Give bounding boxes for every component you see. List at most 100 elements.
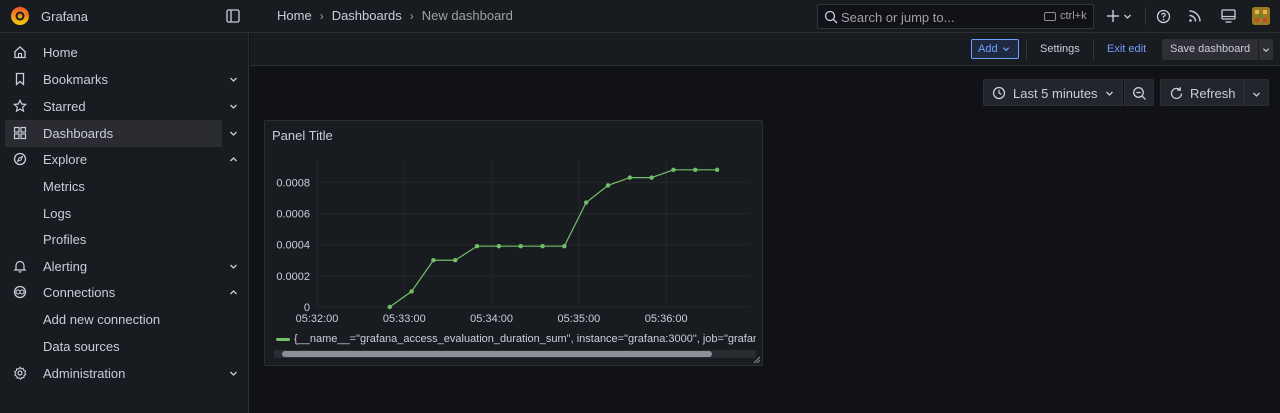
sidebar-item-label: Bookmarks	[43, 72, 109, 87]
x-tick-label: 05:32:00	[296, 313, 339, 325]
bell-icon	[13, 260, 27, 273]
chevron-right-icon: ›	[319, 8, 324, 23]
help-icon[interactable]	[1156, 9, 1171, 24]
x-tick-label: 05:34:00	[470, 313, 513, 325]
search-icon	[824, 10, 838, 24]
time-range-picker[interactable]: Last 5 minutes	[983, 79, 1123, 106]
exit-edit-button[interactable]: Exit edit	[1107, 43, 1146, 55]
chevron-down-icon[interactable]	[229, 75, 238, 84]
refresh-interval-picker[interactable]	[1244, 79, 1269, 106]
sidebar-subitem-metrics[interactable]: Metrics	[43, 179, 85, 194]
data-point	[474, 243, 480, 249]
plus-icon	[1107, 10, 1119, 22]
chevron-down-icon[interactable]	[229, 262, 238, 271]
search-input[interactable]: Search or jump to... ctrl+k	[817, 4, 1094, 29]
search-shortcut: ctrl+k	[1060, 10, 1087, 22]
sidebar-item-administration[interactable]: Administration	[0, 360, 249, 387]
chevron-right-icon: ›	[409, 8, 414, 23]
chevron-down-icon	[1106, 91, 1113, 96]
data-point	[518, 243, 523, 249]
sidebar-subitem-logs[interactable]: Logs	[43, 206, 71, 221]
breadcrumb-dashboards[interactable]: Dashboards	[332, 8, 402, 23]
data-point	[693, 167, 698, 172]
refresh-label: Refresh	[1190, 86, 1236, 101]
divider	[1026, 39, 1027, 60]
time-range-label: Last 5 minutes	[1013, 86, 1098, 101]
data-point	[540, 243, 545, 249]
settings-button[interactable]: Settings	[1040, 43, 1080, 55]
data-point	[627, 175, 633, 180]
star-icon	[13, 99, 27, 113]
time-series-panel[interactable]: Panel Title 0 0.0002 0.0004 0.0006 0.0008 05:…	[264, 120, 763, 366]
add-button-label: Add	[978, 43, 998, 55]
zoom-out-button[interactable]	[1124, 79, 1154, 106]
data-point	[387, 304, 392, 310]
divider	[1145, 7, 1146, 25]
line-chart: 00.00020.00040.00060.000805:32:00 05:33:0…	[276, 160, 749, 325]
breadcrumb-home[interactable]: Home	[277, 8, 312, 23]
dock-menu-icon[interactable]	[226, 9, 240, 23]
avatar-image-icon	[1252, 7, 1270, 25]
grafana-logo-icon[interactable]	[9, 5, 31, 27]
scrollbar-thumb[interactable]	[282, 351, 712, 357]
top-bar: Grafana Home › Dashboards › New dashboar…	[0, 0, 1280, 33]
new-menu-button[interactable]	[1106, 7, 1134, 25]
legend-scrollbar[interactable]	[274, 350, 756, 358]
dashboards-icon	[13, 126, 27, 140]
search-placeholder: Search or jump to...	[841, 10, 955, 25]
sidebar-item-dashboards[interactable]: Dashboards	[5, 120, 222, 147]
sidebar-item-alerting[interactable]: Alerting	[0, 253, 249, 280]
chevron-down-icon[interactable]	[229, 129, 238, 138]
sidebar-item-label: Dashboards	[43, 126, 114, 141]
sidebar-item-explore[interactable]: Explore	[0, 146, 249, 173]
chevron-down-icon[interactable]	[229, 369, 238, 378]
data-point	[605, 183, 611, 188]
data-point	[671, 167, 676, 172]
dashboard-toolbar: Add Settings Exit edit Save dashboard	[250, 33, 1280, 66]
divider	[1093, 39, 1094, 60]
chart-legend: {__name__="grafana_access_evaluation_dur…	[274, 332, 756, 346]
avatar[interactable]	[1252, 7, 1270, 25]
sidebar-item-label: Home	[43, 45, 78, 60]
data-point	[714, 167, 720, 172]
chevron-up-icon[interactable]	[229, 288, 238, 297]
breadcrumb: Home › Dashboards › New dashboard	[277, 8, 513, 23]
clock-icon	[992, 86, 1006, 100]
legend-item[interactable]: {__name__="grafana_access_evaluation_dur…	[294, 333, 756, 345]
home-icon	[14, 46, 26, 59]
save-dashboard-button[interactable]: Save dashboard	[1162, 39, 1258, 60]
save-options-button[interactable]	[1259, 39, 1273, 60]
sidebar: Home Bookmarks Starred Dashboards Explor…	[0, 33, 249, 413]
sidebar-subitem-profiles[interactable]: Profiles	[43, 232, 86, 247]
x-tick-label: 05:33:00	[383, 313, 426, 325]
refresh-button[interactable]: Refresh	[1160, 79, 1244, 106]
sidebar-item-label: Explore	[43, 152, 88, 167]
resize-handle-icon[interactable]	[753, 356, 761, 364]
monitor-icon[interactable]	[1221, 9, 1236, 23]
sidebar-item-starred[interactable]: Starred	[0, 93, 249, 120]
y-tick-label: 0.0008	[276, 177, 310, 189]
sidebar-item-bookmarks[interactable]: Bookmarks	[0, 66, 249, 93]
gear-icon	[13, 366, 27, 380]
data-point	[496, 243, 502, 249]
connections-icon	[13, 285, 27, 299]
chevron-down-icon[interactable]	[229, 102, 238, 111]
rss-icon[interactable]	[1188, 9, 1202, 23]
x-tick-label: 05:35:00	[557, 313, 600, 325]
sidebar-subitem-add-new-connection[interactable]: Add new connection	[43, 312, 160, 327]
data-point	[453, 258, 458, 263]
sidebar-subitem-data-sources[interactable]: Data sources	[43, 339, 120, 354]
sidebar-item-label: Administration	[43, 366, 126, 381]
chevron-down-icon	[1262, 48, 1270, 53]
refresh-icon	[1170, 87, 1183, 100]
sidebar-item-home[interactable]: Home	[0, 39, 249, 66]
add-button[interactable]: Add	[971, 39, 1019, 59]
data-point	[649, 175, 654, 180]
sidebar-item-label: Connections	[43, 285, 116, 300]
chevron-up-icon[interactable]	[229, 155, 238, 164]
compass-icon	[13, 152, 27, 166]
breadcrumb-current: New dashboard	[421, 8, 513, 23]
chevron-down-icon	[1002, 47, 1009, 52]
sidebar-item-connections[interactable]: Connections	[0, 279, 249, 306]
chevron-down-icon	[1124, 14, 1131, 19]
